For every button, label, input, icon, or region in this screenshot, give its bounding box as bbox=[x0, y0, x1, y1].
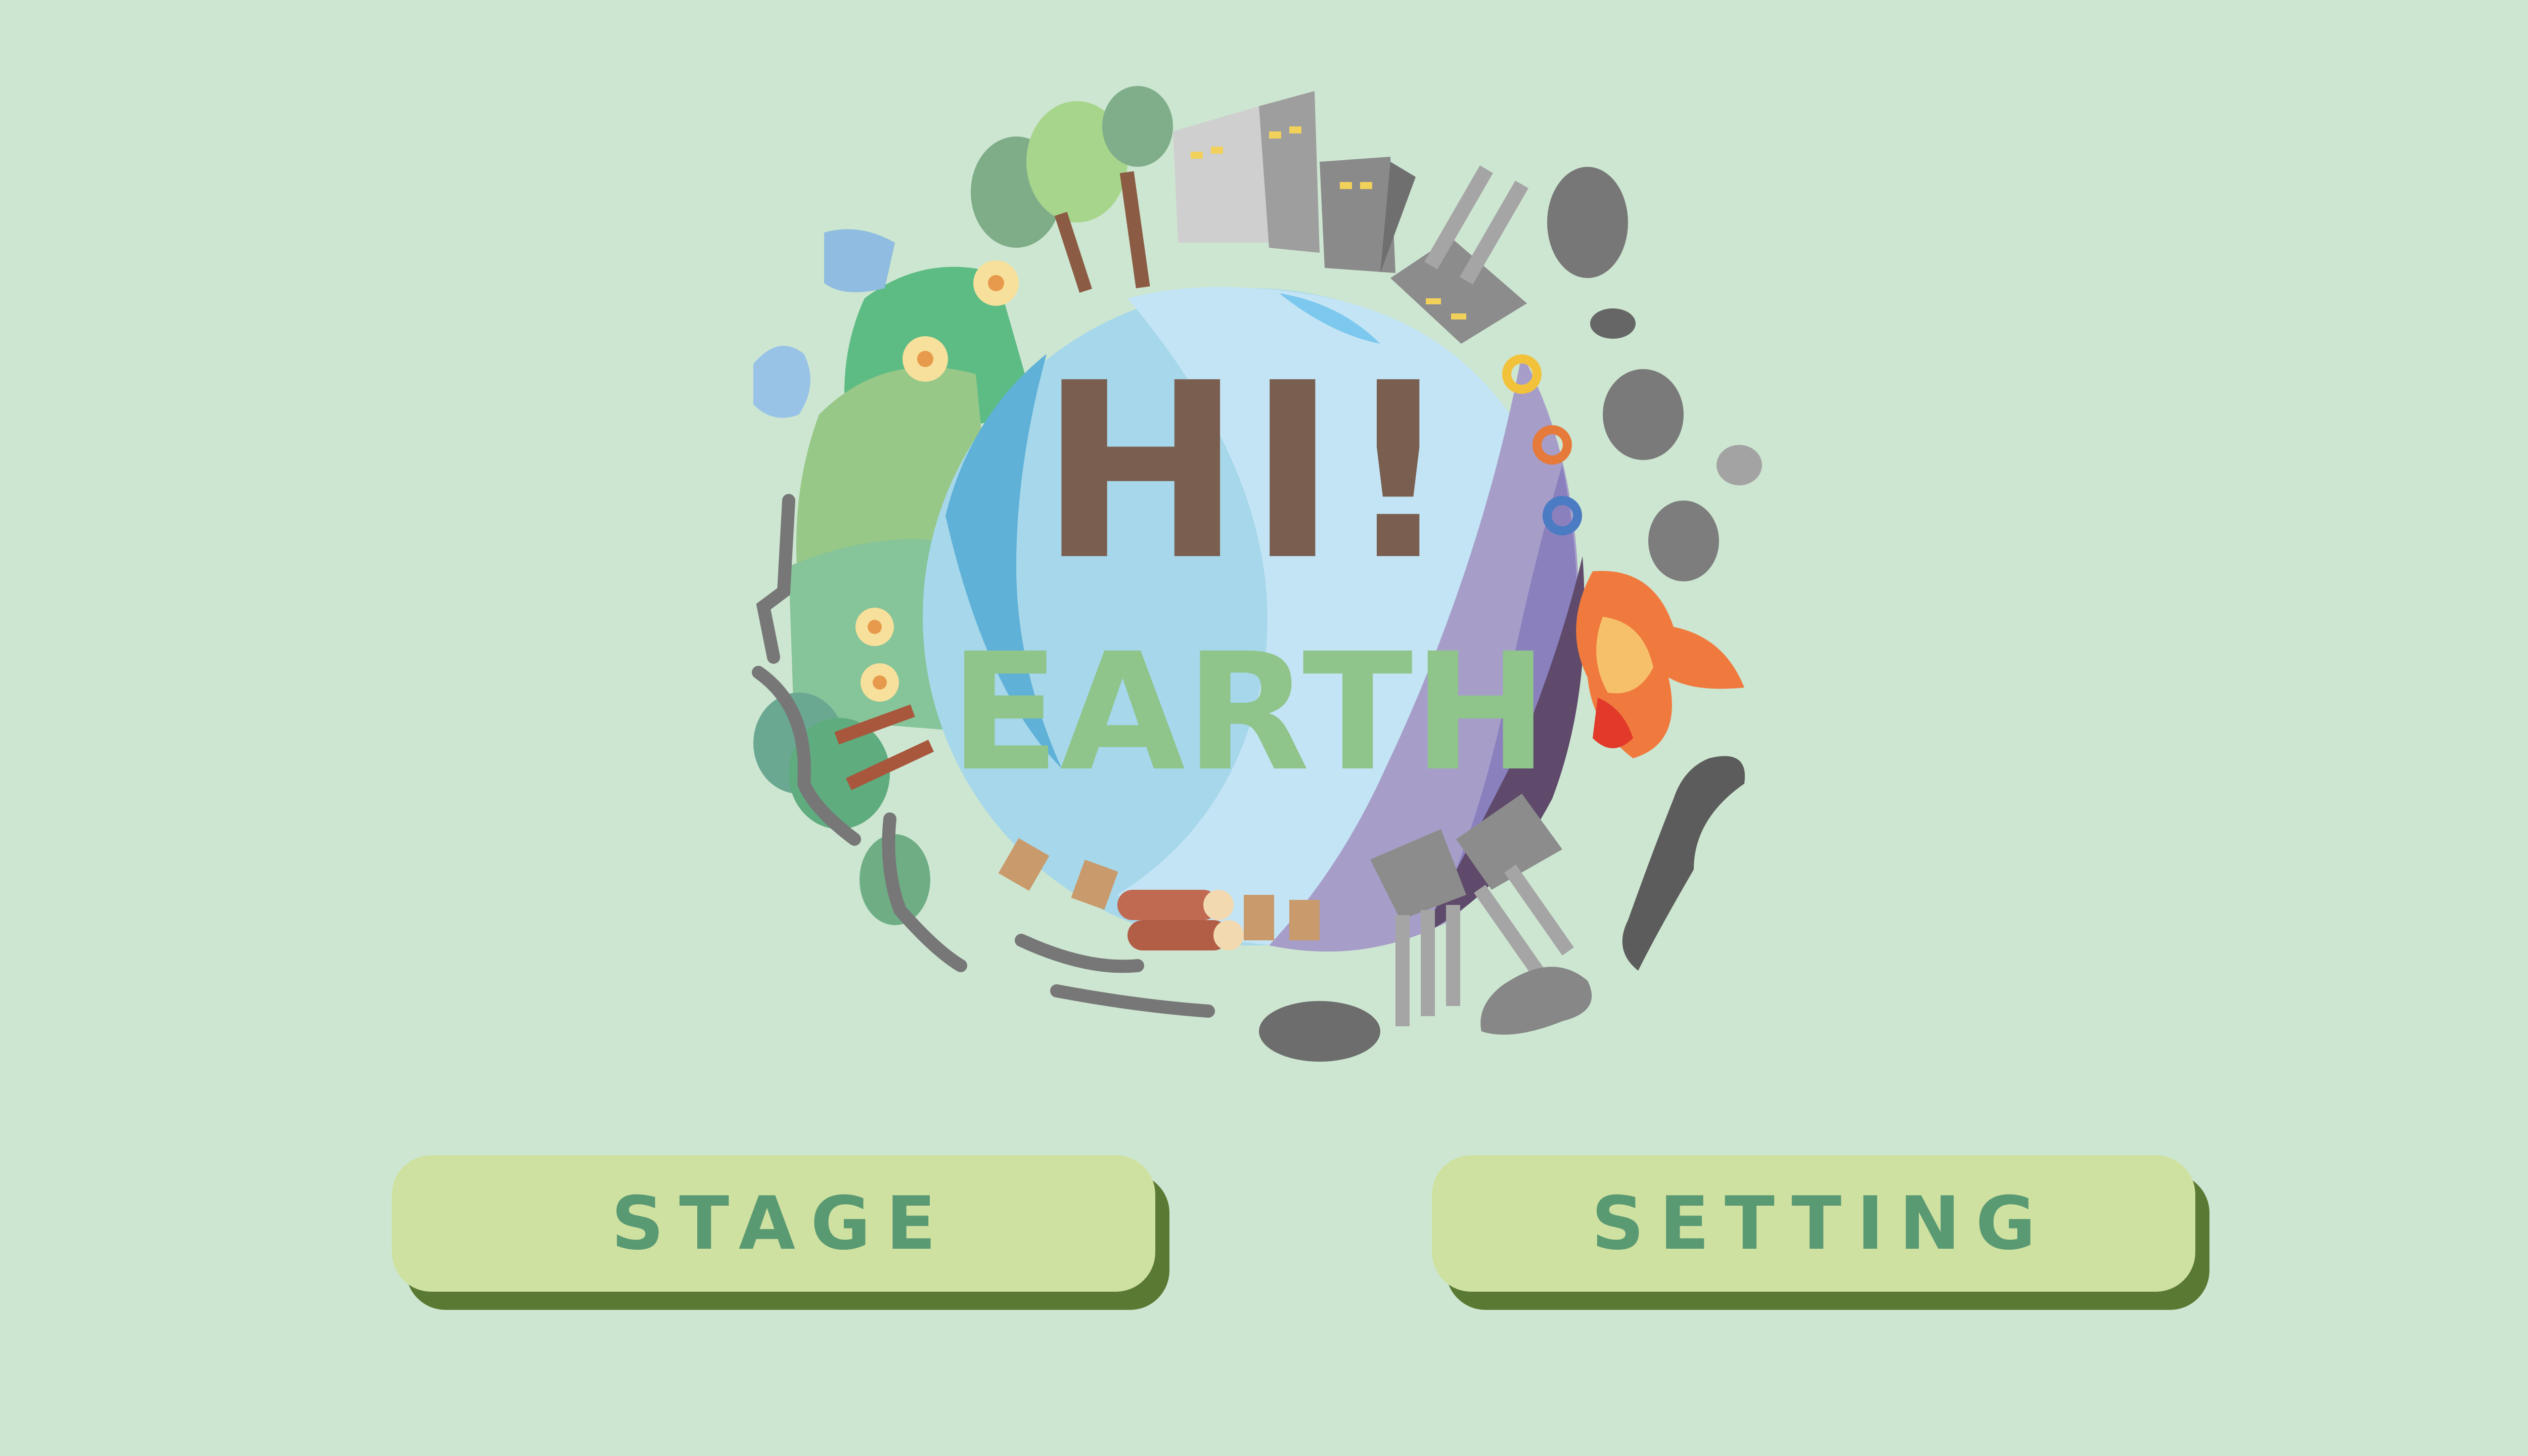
logo-title: HI! EARTH bbox=[950, 331, 1548, 807]
game-logo: HI! EARTH bbox=[733, 61, 1820, 1097]
fire-icon bbox=[1576, 571, 1744, 758]
setting-button[interactable]: SETTING bbox=[1432, 1155, 2195, 1292]
building-icon bbox=[1173, 91, 1416, 273]
stage-button[interactable]: STAGE bbox=[392, 1155, 1155, 1292]
setting-button-label: SETTING bbox=[1591, 1180, 2051, 1266]
tree-icon bbox=[753, 693, 934, 925]
logo-title-line1: HI! bbox=[1039, 331, 1458, 614]
stage-button-label: STAGE bbox=[611, 1180, 952, 1266]
logo-title-line2: EARTH bbox=[950, 619, 1548, 807]
earth-globe-icon: HI! EARTH bbox=[752, 86, 1762, 1062]
